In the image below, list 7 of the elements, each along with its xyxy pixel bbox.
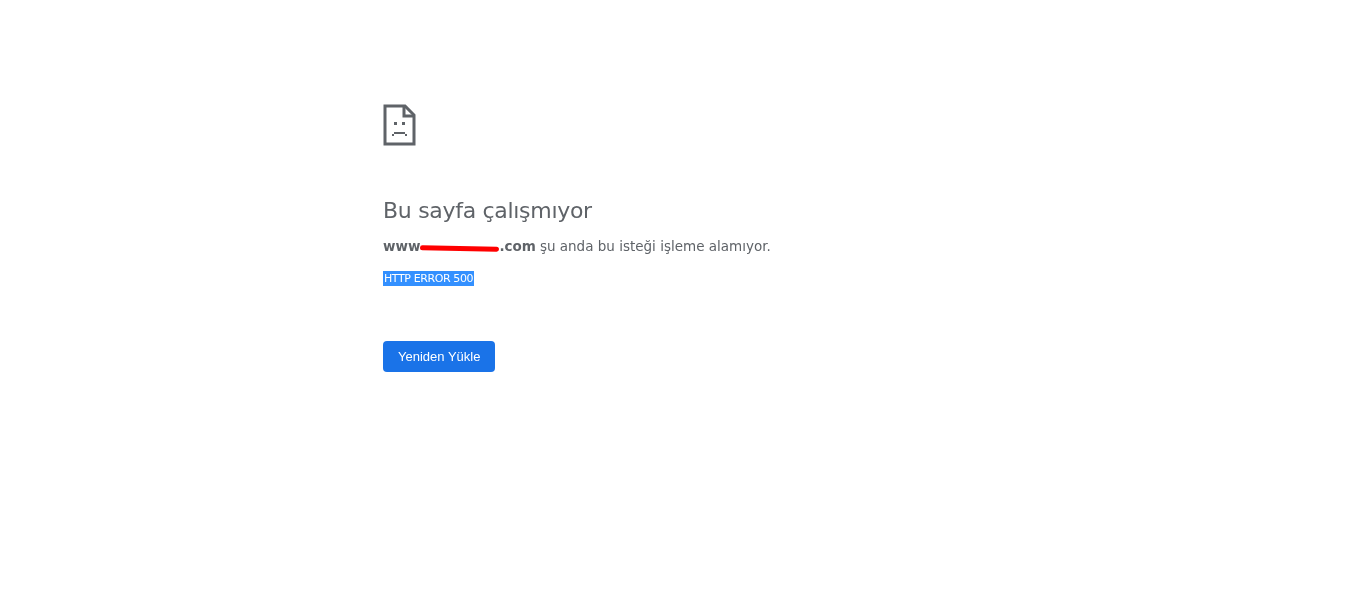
sad-page-icon bbox=[383, 104, 416, 146]
host-name: www bbox=[383, 237, 421, 255]
error-heading: Bu sayfa çalışmıyor bbox=[383, 197, 593, 225]
host-name: .com bbox=[499, 237, 536, 255]
error-message: şu anda bu isteği işleme alamıyor. bbox=[539, 237, 771, 255]
error-code: HTTP ERROR 500 bbox=[383, 271, 475, 286]
reload-button[interactable]: Yeniden Yükle bbox=[383, 341, 496, 372]
